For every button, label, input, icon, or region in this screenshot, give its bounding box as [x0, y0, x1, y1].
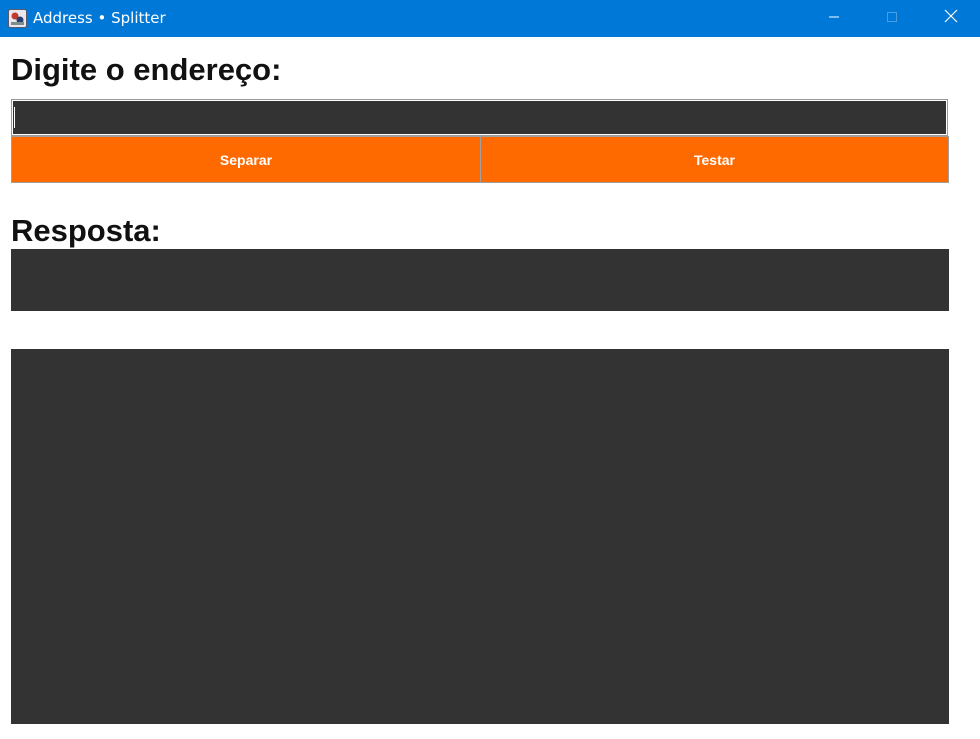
- address-input[interactable]: [11, 99, 948, 136]
- minimize-icon: [828, 10, 840, 28]
- java-app-icon[interactable]: [8, 9, 27, 28]
- close-button[interactable]: [922, 0, 980, 37]
- close-icon: [944, 9, 958, 28]
- window-title: Address • Splitter: [33, 9, 166, 27]
- address-heading: Digite o endereço:: [11, 52, 282, 87]
- separate-button[interactable]: Separar: [11, 136, 481, 183]
- window-titlebar[interactable]: Address • Splitter: [0, 0, 980, 37]
- minimize-button[interactable]: [805, 0, 863, 37]
- maximize-button[interactable]: [863, 0, 921, 37]
- text-caret: [14, 107, 15, 128]
- response-heading: Resposta:: [11, 213, 161, 248]
- response-text-area[interactable]: [11, 349, 949, 724]
- main-content: Digite o endereço: Separar Testar Respos…: [0, 37, 980, 739]
- response-line-field[interactable]: [11, 249, 949, 311]
- test-button[interactable]: Testar: [480, 136, 949, 183]
- maximize-icon: [886, 10, 898, 28]
